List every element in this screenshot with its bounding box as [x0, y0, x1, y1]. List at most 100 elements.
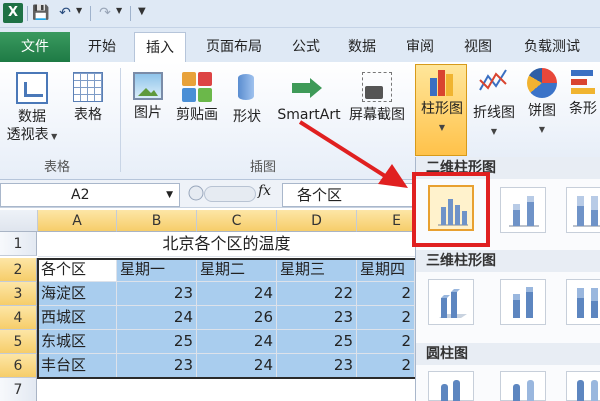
data-cell[interactable]: 2 — [357, 354, 415, 378]
undo-icon[interactable]: ↶ — [56, 4, 74, 22]
column-chart-button[interactable]: 柱形图 ▼ — [417, 66, 467, 134]
clipart-button[interactable]: 剪贴画 — [172, 72, 222, 124]
column-header-d[interactable]: D — [277, 210, 357, 232]
formula-bar-resizer[interactable] — [204, 186, 256, 202]
formula-bar: A2 ▼ fx 各个区 — [0, 180, 415, 208]
data-cell[interactable]: 25 — [277, 330, 357, 354]
row-header-4[interactable]: 4 — [0, 306, 37, 330]
shapes-button[interactable]: 形状 — [226, 72, 268, 126]
data-cell[interactable]: 24 — [117, 306, 197, 330]
row-header-5[interactable]: 5 — [0, 330, 37, 354]
smartart-icon — [292, 72, 326, 102]
chevron-down-icon[interactable]: ▼ — [166, 184, 173, 206]
data-cell[interactable]: 24 — [197, 282, 277, 306]
select-all-corner[interactable] — [0, 210, 38, 232]
tab-file[interactable]: 文件 — [0, 32, 70, 62]
header-cell[interactable]: 星期一 — [117, 258, 197, 282]
pie-chart-button[interactable]: 饼图 ▼ — [522, 66, 562, 136]
pivot-table-button[interactable]: 数据 透视表 ▼ — [6, 72, 58, 146]
group-label-tables: 表格 — [44, 160, 71, 175]
quick-access-toolbar: X 💾 ↶ ▼ ↷ ▼ ▼ — [0, 0, 600, 28]
percent-cylinder-option[interactable] — [566, 371, 600, 401]
clipart-label: 剪贴画 — [176, 107, 218, 123]
data-cell[interactable]: 24 — [197, 354, 277, 378]
bar-chart-icon — [569, 66, 597, 96]
chevron-down-icon: ▼ — [490, 127, 498, 136]
name-box[interactable]: A2 ▼ — [0, 183, 180, 207]
3d-percent-column-option[interactable] — [566, 279, 600, 325]
smartart-button[interactable]: SmartArt — [272, 72, 346, 124]
customize-toolbar-icon[interactable]: ▼ — [138, 6, 146, 17]
table-button[interactable]: 表格 — [68, 72, 108, 124]
data-cell[interactable]: 2 — [357, 330, 415, 354]
data-cell[interactable]: 23 — [117, 282, 197, 306]
redo-dropdown-icon[interactable]: ▼ — [116, 6, 122, 15]
tab-load-test[interactable]: 负载测试 — [514, 32, 590, 62]
row-header-7[interactable]: 7 — [0, 378, 37, 401]
data-cell[interactable]: 海淀区 — [38, 282, 117, 306]
name-box-value: A2 — [71, 187, 90, 203]
percent-stacked-column-icon — [573, 196, 600, 227]
bar-chart-button[interactable]: 条形 — [566, 66, 600, 118]
stacked-column-2d-option[interactable] — [500, 187, 546, 233]
data-cell[interactable]: 西城区 — [38, 306, 117, 330]
row-header-3[interactable]: 3 — [0, 282, 37, 306]
row-header-6[interactable]: 6 — [0, 354, 37, 378]
tab-data[interactable]: 数据 — [338, 32, 386, 62]
data-cell[interactable]: 26 — [197, 306, 277, 330]
toolbar-divider — [130, 6, 131, 21]
data-cell[interactable]: 23 — [277, 306, 357, 330]
data-cell[interactable]: 23 — [117, 354, 197, 378]
header-cell[interactable]: 各个区 — [38, 258, 117, 282]
data-cell[interactable]: 东城区 — [38, 330, 117, 354]
header-cell[interactable]: 星期三 — [277, 258, 357, 282]
percent-stacked-column-2d-option[interactable] — [566, 187, 600, 233]
column-header-a[interactable]: A — [38, 210, 117, 232]
column-chart-icon — [427, 66, 457, 96]
screenshot-button[interactable]: 屏幕截图 — [346, 72, 408, 124]
shapes-label: 形状 — [233, 109, 261, 125]
ribbon-tabs: 文件 开始 插入 页面布局 公式 数据 审阅 视图 负载测试 — [0, 28, 600, 62]
3d-clustered-column-option[interactable] — [428, 279, 474, 325]
column-header-c[interactable]: C — [197, 210, 277, 232]
save-icon[interactable]: 💾 — [32, 4, 50, 22]
insert-function-icon[interactable]: fx — [258, 183, 271, 199]
header-cell[interactable]: 星期二 — [197, 258, 277, 282]
formula-input[interactable]: 各个区 — [282, 183, 415, 207]
pie-chart-icon — [527, 68, 557, 98]
smartart-label: SmartArt — [277, 107, 341, 123]
line-chart-button[interactable]: 折线图 ▼ — [468, 66, 520, 138]
data-cell[interactable]: 丰台区 — [38, 354, 117, 378]
tab-insert[interactable]: 插入 — [134, 32, 186, 62]
data-cell[interactable]: 25 — [117, 330, 197, 354]
tab-page-layout[interactable]: 页面布局 — [196, 32, 272, 62]
data-cell[interactable]: 2 — [357, 306, 415, 330]
cylinder-column-option[interactable] — [428, 371, 474, 401]
row-header-1[interactable]: 1 — [0, 232, 37, 256]
pie-chart-label: 饼图 — [528, 103, 556, 119]
excel-logo-icon[interactable]: X — [3, 3, 23, 23]
undo-dropdown-icon[interactable]: ▼ — [76, 6, 82, 15]
formula-bar-handle-icon[interactable] — [188, 185, 204, 201]
data-cell[interactable]: 23 — [277, 354, 357, 378]
redo-icon[interactable]: ↷ — [96, 4, 114, 22]
tab-review[interactable]: 审阅 — [396, 32, 444, 62]
chevron-down-icon: ▼ — [438, 123, 446, 132]
stacked-cylinder-option[interactable] — [500, 371, 546, 401]
toolbar-divider — [27, 6, 28, 21]
row-header-2[interactable]: 2 — [0, 258, 37, 282]
tab-view[interactable]: 视图 — [454, 32, 502, 62]
header-cell[interactable]: 星期四 — [357, 258, 415, 282]
column-header-b[interactable]: B — [117, 210, 197, 232]
3d-stacked-column-option[interactable] — [500, 279, 546, 325]
data-cell[interactable]: 2 — [357, 282, 415, 306]
sheet-title-cell[interactable]: 北京各个区的温度 — [38, 232, 415, 257]
screenshot-icon — [362, 72, 392, 102]
worksheet-grid: A B C D E 1 2 3 4 5 6 7 北京各个区的温度 各个区 星期一… — [0, 210, 437, 401]
tab-formulas[interactable]: 公式 — [282, 32, 330, 62]
tab-home[interactable]: 开始 — [76, 32, 128, 62]
data-cell[interactable]: 24 — [197, 330, 277, 354]
picture-button[interactable]: 图片 — [128, 72, 168, 122]
highlight-annotation-box — [412, 172, 490, 247]
data-cell[interactable]: 22 — [277, 282, 357, 306]
